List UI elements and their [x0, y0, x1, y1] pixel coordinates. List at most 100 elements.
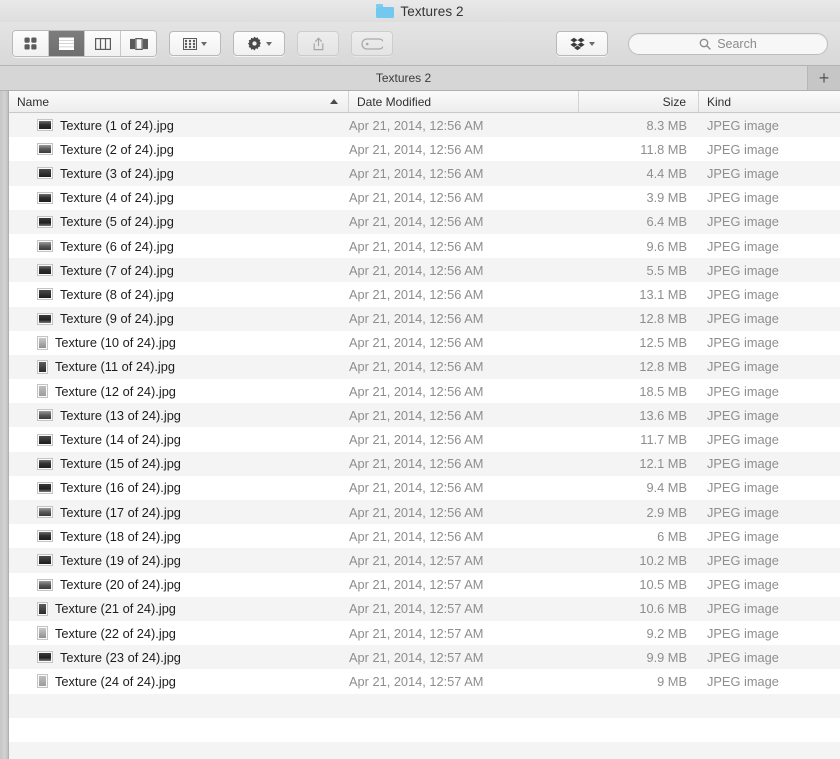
table-row[interactable]: Texture (8 of 24).jpg Apr 21, 2014, 12:56… — [9, 282, 840, 307]
tab-bar: Textures 2 + — [0, 66, 840, 91]
column-header-date-modified[interactable]: Date Modified — [349, 91, 579, 112]
file-thumbnail-icon — [37, 288, 53, 301]
file-name-label: Texture (13 of 24).jpg — [60, 407, 181, 423]
list-view-button[interactable] — [49, 31, 85, 56]
dropbox-icon — [569, 37, 585, 50]
table-row[interactable]: Texture (19 of 24).jpg Apr 21, 2014, 12:5… — [9, 548, 840, 573]
file-thumbnail-icon — [37, 578, 53, 591]
cell-date-modified: Apr 21, 2014, 12:56 AM — [349, 504, 484, 520]
chevron-down-icon — [265, 42, 272, 46]
table-row[interactable]: Texture (20 of 24).jpg Apr 21, 2014, 12:5… — [9, 572, 840, 597]
file-thumbnail-icon — [37, 240, 53, 253]
cell-kind: JPEG image — [707, 214, 779, 230]
file-name-label: Texture (21 of 24).jpg — [55, 601, 176, 617]
table-row[interactable]: Texture (24 of 24).jpg Apr 21, 2014, 12:5… — [9, 669, 840, 694]
table-row[interactable]: Texture (16 of 24).jpg Apr 21, 2014, 12:5… — [9, 475, 840, 500]
title-bar: Textures 2 — [0, 0, 840, 22]
cell-kind: JPEG image — [707, 383, 779, 399]
table-row[interactable]: Texture (7 of 24).jpg Apr 21, 2014, 12:56… — [9, 258, 840, 283]
table-row[interactable]: Texture (13 of 24).jpg Apr 21, 2014, 12:5… — [9, 403, 840, 428]
file-name-label: Texture (11 of 24).jpg — [55, 359, 175, 375]
cell-name: Texture (12 of 24).jpg — [9, 384, 349, 399]
table-row[interactable]: Texture (15 of 24).jpg Apr 21, 2014, 12:5… — [9, 451, 840, 476]
table-row[interactable]: Texture (6 of 24).jpg Apr 21, 2014, 12:56… — [9, 233, 840, 259]
view-mode-segmented-control — [12, 30, 157, 57]
cell-kind: JPEG image — [707, 456, 779, 472]
table-row[interactable]: Texture (2 of 24).jpg Apr 21, 2014, 12:56… — [9, 137, 840, 162]
table-row[interactable]: Texture (12 of 24).jpg Apr 21, 2014, 12:5… — [9, 379, 840, 404]
file-thumbnail-icon — [37, 409, 53, 422]
share-button[interactable] — [297, 31, 339, 56]
column-header-size[interactable]: Size — [579, 91, 699, 112]
file-thumbnail-icon — [37, 626, 48, 641]
table-row[interactable]: Texture (4 of 24).jpg Apr 21, 2014, 12:56… — [9, 185, 840, 210]
file-name-label: Texture (3 of 24).jpg — [60, 165, 174, 181]
cell-date-modified: Apr 21, 2014, 12:56 AM — [349, 238, 484, 254]
file-name-label: Texture (2 of 24).jpg — [60, 141, 174, 157]
file-list-pane: Name Date Modified Size Kind Texture (1 … — [9, 91, 840, 759]
cell-size: 10.6 MB — [639, 601, 687, 617]
cell-name: Texture (22 of 24).jpg — [9, 626, 349, 641]
cell-date-modified: Apr 21, 2014, 12:57 AM — [349, 649, 484, 665]
cell-name: Texture (14 of 24).jpg — [9, 432, 349, 447]
arrange-button[interactable] — [169, 31, 221, 56]
sidebar-edge[interactable] — [0, 91, 9, 759]
cell-date-modified: Apr 21, 2014, 12:56 AM — [349, 311, 484, 327]
coverflow-view-button[interactable] — [121, 31, 156, 56]
cell-date-modified: Apr 21, 2014, 12:56 AM — [349, 190, 484, 206]
table-row[interactable]: Texture (23 of 24).jpg Apr 21, 2014, 12:5… — [9, 645, 840, 670]
cell-kind: JPEG image — [707, 165, 779, 181]
cell-date-modified: Apr 21, 2014, 12:56 AM — [349, 480, 484, 496]
cell-date-modified: Apr 21, 2014, 12:56 AM — [349, 528, 484, 544]
table-row[interactable]: Texture (17 of 24).jpg Apr 21, 2014, 12:5… — [9, 500, 840, 525]
file-thumbnail-icon — [37, 530, 53, 543]
cell-size: 2.9 MB — [646, 504, 687, 520]
cell-date-modified: Apr 21, 2014, 12:57 AM — [349, 577, 484, 593]
cell-kind: JPEG image — [707, 335, 779, 351]
tab-textures-2[interactable]: Textures 2 — [0, 66, 808, 90]
search-input[interactable]: Search — [628, 32, 828, 55]
cell-name: Texture (1 of 24).jpg — [9, 118, 349, 133]
column-header-size-label: Size — [662, 94, 686, 109]
table-row[interactable]: Texture (1 of 24).jpg Apr 21, 2014, 12:56… — [9, 113, 840, 138]
file-thumbnail-icon — [37, 651, 53, 664]
cell-name: Texture (17 of 24).jpg — [9, 505, 349, 520]
table-row[interactable]: Texture (3 of 24).jpg Apr 21, 2014, 12:56… — [9, 161, 840, 186]
table-row[interactable]: Texture (18 of 24).jpg Apr 21, 2014, 12:5… — [9, 524, 840, 549]
dropbox-button[interactable] — [556, 31, 608, 56]
file-name-label: Texture (16 of 24).jpg — [60, 480, 181, 496]
empty-row — [9, 717, 840, 742]
table-row[interactable]: Texture (5 of 24).jpg Apr 21, 2014, 12:56… — [9, 209, 840, 234]
new-tab-button[interactable]: + — [808, 66, 840, 90]
icon-view-button[interactable] — [13, 31, 49, 56]
action-button[interactable] — [233, 31, 285, 56]
file-thumbnail-icon — [37, 433, 53, 446]
file-name-label: Texture (10 of 24).jpg — [55, 335, 176, 351]
column-header-name[interactable]: Name — [9, 91, 349, 112]
file-thumbnail-icon — [37, 119, 53, 132]
cell-kind: JPEG image — [707, 625, 779, 641]
cell-kind: JPEG image — [707, 141, 779, 157]
table-row[interactable]: Texture (22 of 24).jpg Apr 21, 2014, 12:5… — [9, 620, 840, 646]
column-header-kind[interactable]: Kind — [699, 91, 840, 112]
table-row[interactable]: Texture (21 of 24).jpg Apr 21, 2014, 12:5… — [9, 596, 840, 621]
cell-name: Texture (19 of 24).jpg — [9, 553, 349, 568]
table-row[interactable]: Texture (9 of 24).jpg Apr 21, 2014, 12:56… — [9, 306, 840, 331]
table-row[interactable]: Texture (10 of 24).jpg Apr 21, 2014, 12:5… — [9, 330, 840, 355]
cell-date-modified: Apr 21, 2014, 12:56 AM — [349, 359, 484, 375]
cell-kind: JPEG image — [707, 286, 779, 302]
column-view-button[interactable] — [85, 31, 121, 56]
file-name-label: Texture (12 of 24).jpg — [55, 383, 176, 399]
file-name-label: Texture (22 of 24).jpg — [55, 625, 176, 641]
column-header-date-label: Date Modified — [357, 94, 432, 109]
finder-window: Textures 2 Search Textures 2 + Name Date… — [0, 0, 840, 759]
table-row[interactable]: Texture (14 of 24).jpg Apr 21, 2014, 12:5… — [9, 427, 840, 452]
tag-button[interactable] — [351, 31, 393, 56]
table-row[interactable]: Texture (11 of 24).jpg Apr 21, 2014, 12:5… — [9, 354, 840, 380]
cell-size: 4.4 MB — [646, 165, 687, 181]
cell-size: 6 MB — [657, 528, 687, 544]
cell-kind: JPEG image — [707, 190, 779, 206]
file-name-label: Texture (15 of 24).jpg — [60, 456, 181, 472]
page-title: Textures 2 — [400, 3, 464, 19]
cell-name: Texture (24 of 24).jpg — [9, 674, 349, 689]
